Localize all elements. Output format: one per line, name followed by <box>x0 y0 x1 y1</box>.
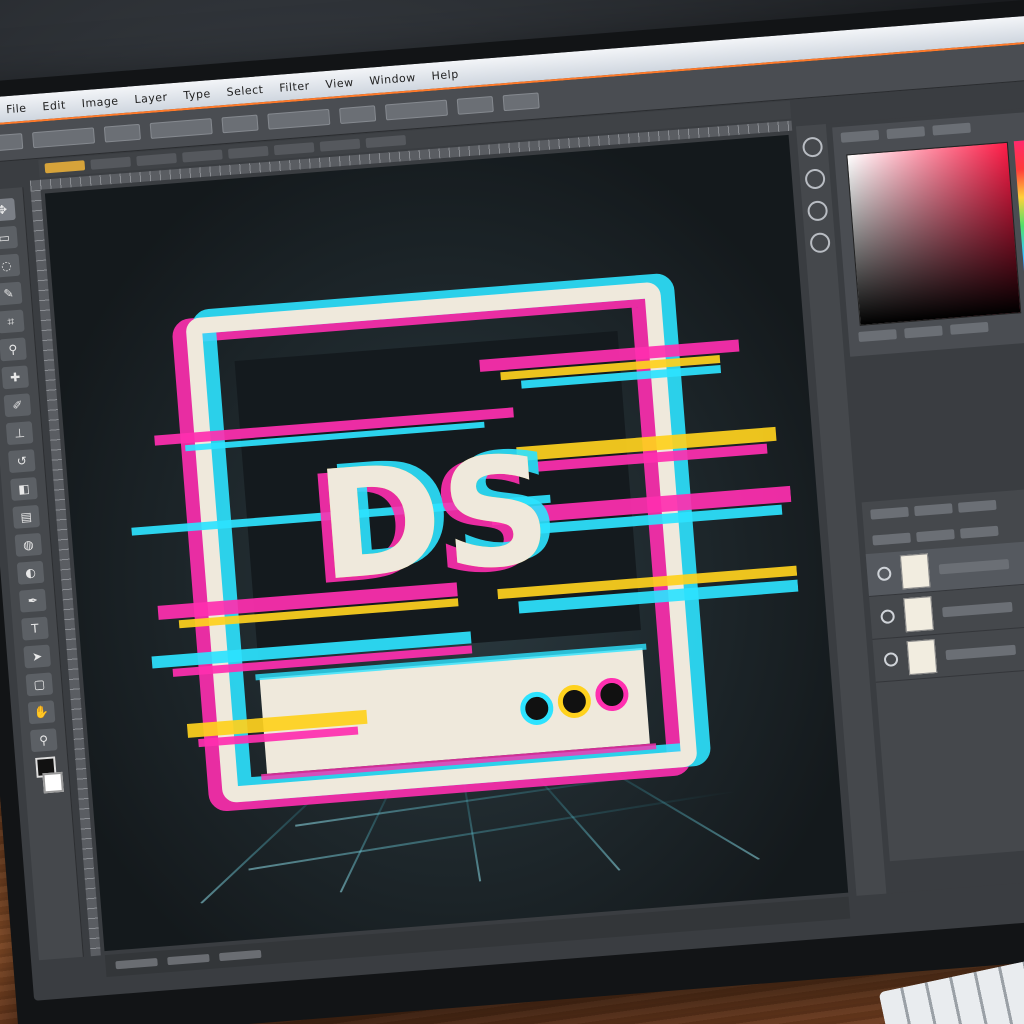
shape-icon[interactable]: ▢ <box>25 672 54 697</box>
layer-thumbnail <box>903 596 934 633</box>
libraries-panel-icon[interactable] <box>809 232 831 254</box>
tab-channels[interactable] <box>914 503 953 517</box>
color-panel <box>832 111 1024 357</box>
menu-layer[interactable]: Layer <box>134 90 168 106</box>
option-field[interactable] <box>267 108 331 130</box>
type-icon[interactable]: T <box>21 616 49 641</box>
menu-filter[interactable]: Filter <box>279 79 310 94</box>
option-field[interactable] <box>103 123 141 143</box>
option-field[interactable] <box>502 92 540 112</box>
visibility-eye-icon[interactable] <box>876 566 892 582</box>
monitor: File Edit Image Layer Type Select Filter… <box>0 0 1024 1024</box>
tab-gradients[interactable] <box>932 122 971 136</box>
tool-preset-picker[interactable] <box>0 133 24 152</box>
document-tab[interactable] <box>90 156 132 170</box>
document-tab[interactable] <box>273 142 315 156</box>
menu-window[interactable]: Window <box>369 71 416 88</box>
pen-icon[interactable]: ✒ <box>18 588 47 613</box>
color-panel-footer <box>858 321 989 343</box>
layer-name <box>938 558 1010 575</box>
layers-panel <box>861 486 1024 862</box>
layer-thumbnail <box>899 553 931 590</box>
option-field[interactable] <box>384 99 449 121</box>
document-tab[interactable] <box>319 138 361 152</box>
brush-icon[interactable]: ✐ <box>3 393 32 418</box>
menu-image[interactable]: Image <box>81 94 119 110</box>
marquee-icon[interactable]: ▭ <box>0 225 19 250</box>
fill-field[interactable] <box>959 525 999 539</box>
background-color-swatch[interactable] <box>42 771 64 794</box>
menu-select[interactable]: Select <box>226 83 264 99</box>
tab-swatches[interactable] <box>886 126 926 140</box>
eyedropper-icon[interactable]: ⚲ <box>0 337 27 362</box>
document-info <box>219 949 262 962</box>
adjustments-panel-icon[interactable] <box>806 200 829 222</box>
tab-color[interactable] <box>840 129 880 143</box>
zoom-icon[interactable]: ⚲ <box>29 728 58 753</box>
ds-logo: DS DS DS DS <box>301 418 566 619</box>
document-tab[interactable] <box>136 153 177 167</box>
document-tab[interactable] <box>365 134 407 149</box>
history-panel-icon[interactable] <box>801 136 824 158</box>
history-brush-icon[interactable]: ↺ <box>7 449 36 474</box>
color-value-field[interactable] <box>858 329 897 343</box>
document-info <box>167 953 210 966</box>
menu-type[interactable]: Type <box>183 87 211 102</box>
menu-edit[interactable]: Edit <box>42 98 66 113</box>
crop-icon[interactable]: ⌗ <box>0 309 25 334</box>
menu-file[interactable]: File <box>6 101 27 116</box>
tab-paths[interactable] <box>957 499 997 513</box>
layer-name <box>945 644 1017 661</box>
visibility-eye-icon[interactable] <box>880 609 896 625</box>
color-value-field[interactable] <box>904 325 943 339</box>
path-select-icon[interactable]: ➤ <box>23 644 51 669</box>
eraser-icon[interactable]: ◧ <box>10 477 38 501</box>
blend-mode-select[interactable] <box>872 532 911 546</box>
document-tab[interactable] <box>227 145 269 159</box>
ds-logo-main: DS <box>311 423 556 615</box>
glitch-artwork: DS DS DS DS <box>131 273 799 905</box>
dodge-icon[interactable]: ◐ <box>16 560 45 585</box>
color-value-field[interactable] <box>949 321 989 335</box>
option-field[interactable] <box>32 127 96 149</box>
document-tab[interactable] <box>182 149 223 163</box>
option-field[interactable] <box>149 118 213 139</box>
color-field[interactable] <box>846 141 1022 326</box>
document-tab[interactable] <box>44 160 86 174</box>
stamp-icon[interactable]: ⊥ <box>5 421 34 446</box>
option-field[interactable] <box>456 96 494 115</box>
option-field[interactable] <box>221 114 259 134</box>
layer-name <box>942 601 1013 618</box>
layer-thumbnail <box>906 639 938 676</box>
menu-view[interactable]: View <box>325 75 354 90</box>
gradient-icon[interactable]: ▤ <box>12 504 41 529</box>
menu-help[interactable]: Help <box>431 67 459 82</box>
document-canvas[interactable]: DS DS DS DS <box>44 134 849 952</box>
option-field[interactable] <box>339 105 377 125</box>
opacity-field[interactable] <box>916 529 955 543</box>
tab-layers[interactable] <box>870 506 909 520</box>
zoom-level-field[interactable] <box>115 957 158 970</box>
properties-panel-icon[interactable] <box>804 168 826 190</box>
visibility-eye-icon[interactable] <box>883 651 899 668</box>
hand-icon[interactable]: ✋ <box>27 700 56 725</box>
move-icon[interactable]: ✥ <box>0 197 16 222</box>
screen: File Edit Image Layer Type Select Filter… <box>0 15 1024 1001</box>
quick-select-icon[interactable]: ✎ <box>0 281 23 306</box>
lasso-icon[interactable]: ◌ <box>0 253 21 278</box>
blur-icon[interactable]: ◍ <box>14 532 43 557</box>
healing-icon[interactable]: ✚ <box>1 365 30 390</box>
